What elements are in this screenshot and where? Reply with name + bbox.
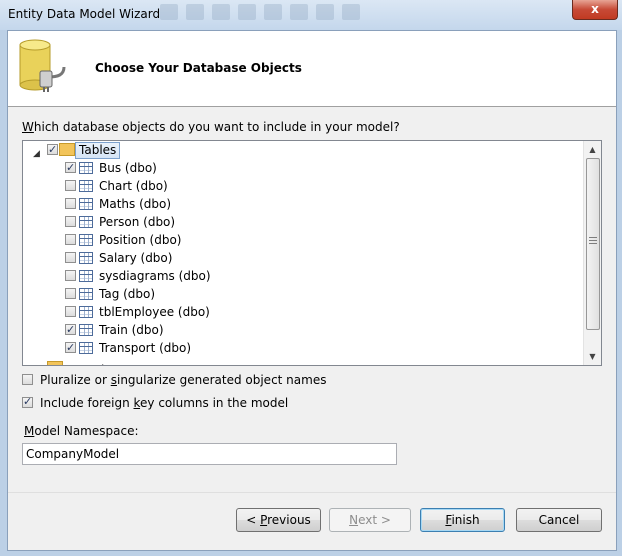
tree-node-label: sysdiagrams (dbo) xyxy=(99,269,211,283)
next-button[interactable]: Next > xyxy=(329,508,411,532)
tree-node-label: Salary (dbo) xyxy=(99,251,173,265)
tree-node-label: Person (dbo) xyxy=(99,215,176,229)
tree-node-label: Transport (dbo) xyxy=(99,341,192,355)
table-checkbox[interactable] xyxy=(65,306,76,317)
table-checkbox[interactable] xyxy=(65,198,76,209)
tree-node-label: tblEmployee (dbo) xyxy=(99,305,210,319)
table-icon xyxy=(79,180,93,192)
foreign-keys-checkbox[interactable] xyxy=(22,394,33,410)
table-icon xyxy=(79,198,93,210)
tree-node-label: Bus (dbo) xyxy=(99,161,157,175)
tree-vertical-scrollbar[interactable]: ▲ ▼ xyxy=(583,141,601,365)
tree-node-label: Chart (dbo) xyxy=(99,179,168,193)
table-icon xyxy=(79,306,93,318)
objects-question-label: Which database objects do you want to in… xyxy=(22,120,400,134)
pluralize-label: Pluralize or singularize generated objec… xyxy=(40,373,327,387)
table-icon xyxy=(79,216,93,228)
views-folder-icon xyxy=(47,361,63,365)
footer-separator xyxy=(8,492,616,493)
table-checkbox[interactable] xyxy=(65,252,76,263)
table-checkbox[interactable] xyxy=(65,339,76,357)
table-checkbox[interactable] xyxy=(65,288,76,299)
model-namespace-input[interactable] xyxy=(22,443,397,465)
finish-button[interactable]: Finish xyxy=(420,508,505,532)
wizard-body: Choose Your Database Objects Which datab… xyxy=(7,30,617,551)
table-icon xyxy=(79,324,93,336)
scroll-up-icon[interactable]: ▲ xyxy=(584,141,601,158)
tree-node-label: Tag (dbo) xyxy=(99,287,156,301)
model-namespace-label: Model Namespace: xyxy=(24,424,139,438)
window-title: Entity Data Model Wizard xyxy=(8,7,161,21)
foreign-keys-label: Include foreign key columns in the model xyxy=(40,396,289,410)
wizard-header: Choose Your Database Objects xyxy=(8,31,616,107)
table-checkbox[interactable] xyxy=(65,270,76,281)
pluralize-checkbox[interactable] xyxy=(22,374,33,385)
table-icon xyxy=(79,342,93,354)
close-button[interactable]: x xyxy=(572,0,618,20)
cancel-button[interactable]: Cancel xyxy=(516,508,602,532)
table-checkbox[interactable] xyxy=(65,234,76,245)
tree-node-label: Maths (dbo) xyxy=(99,197,172,211)
table-icon xyxy=(79,252,93,264)
tree-node-label: Tables xyxy=(75,142,121,159)
page-title: Choose Your Database Objects xyxy=(95,61,302,75)
database-plug-icon xyxy=(19,39,66,92)
table-checkbox[interactable] xyxy=(65,180,76,191)
table-icon xyxy=(79,234,93,246)
table-icon xyxy=(79,270,93,282)
scroll-thumb[interactable] xyxy=(586,158,600,330)
scroll-down-icon[interactable]: ▼ xyxy=(584,348,601,365)
table-icon xyxy=(79,162,93,174)
database-objects-tree[interactable]: ◢ Tables Bus (dbo) Chart (dbo) Maths (dbo)… xyxy=(22,140,602,366)
tree-node-label: Position (dbo) xyxy=(99,233,182,247)
tree-node-label: Train (dbo) xyxy=(99,323,164,337)
tables-checkbox[interactable] xyxy=(47,141,58,159)
collapse-arrow-icon[interactable]: ◢ xyxy=(33,145,40,163)
table-icon xyxy=(79,288,93,300)
table-checkbox[interactable] xyxy=(65,159,76,177)
title-bar: Entity Data Model Wizard x xyxy=(0,0,622,30)
table-checkbox[interactable] xyxy=(65,321,76,339)
previous-button[interactable]: < Previous xyxy=(236,508,321,532)
background-taskbar-ghost xyxy=(160,4,530,26)
tree-node-label: Vi xyxy=(93,361,104,365)
table-checkbox[interactable] xyxy=(65,216,76,227)
tables-folder-icon xyxy=(59,143,75,156)
